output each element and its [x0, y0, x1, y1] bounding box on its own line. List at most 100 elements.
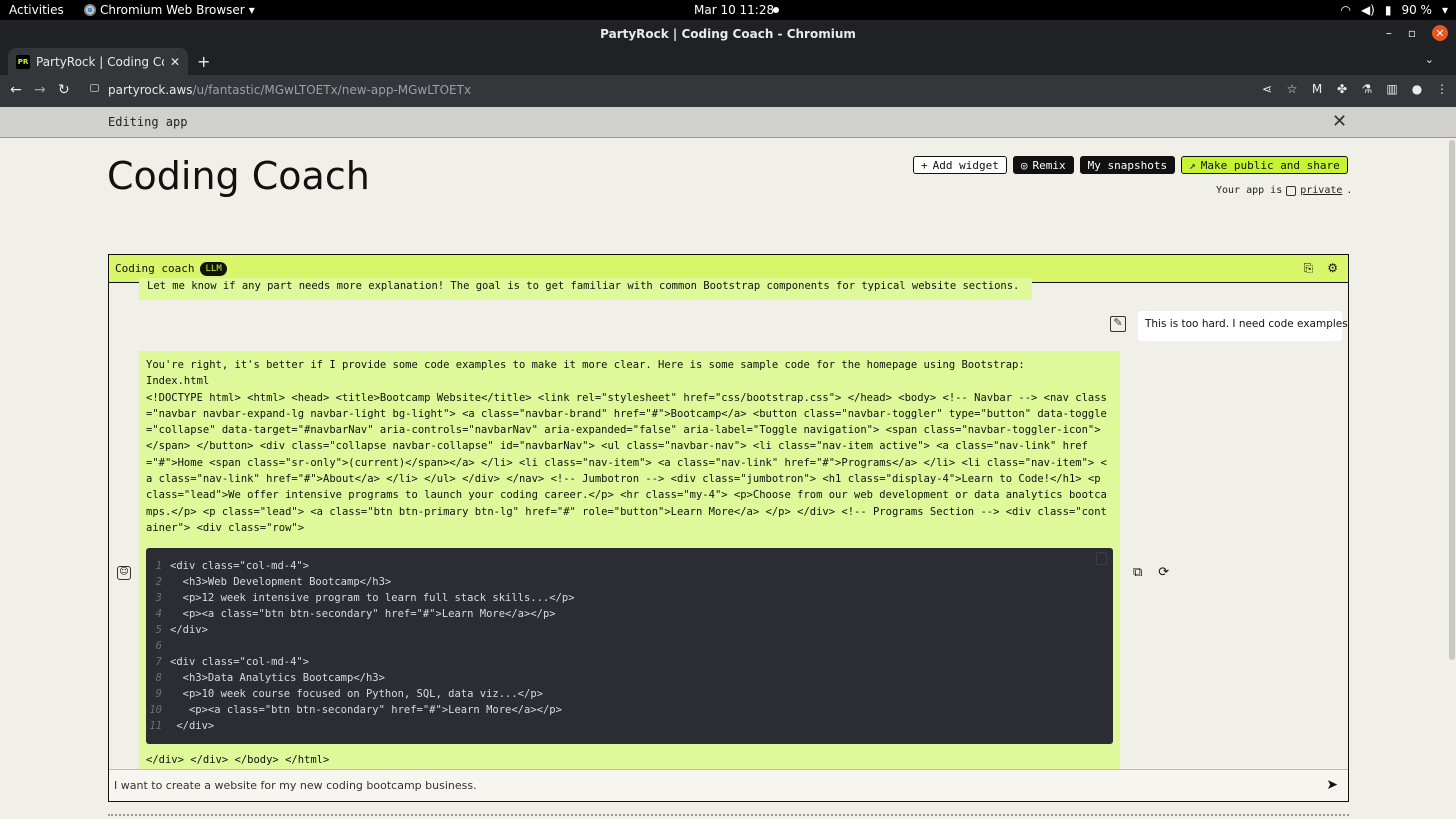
url-host: partyrock.aws: [108, 83, 193, 97]
profile-icon[interactable]: ●: [1411, 82, 1423, 96]
close-icon[interactable]: ✕: [1332, 111, 1347, 132]
code-line: 2 <h3>Web Development Bootcamp</h3>: [146, 574, 1113, 590]
tab-search-icon[interactable]: ⌄: [1425, 53, 1434, 66]
copy-icon[interactable]: ⧉: [1133, 565, 1142, 580]
share-icon[interactable]: ⋖: [1261, 82, 1273, 96]
tab-title: PartyRock | Coding Coach: [36, 54, 164, 69]
wifi-icon: ◠: [1340, 3, 1351, 17]
volume-icon: ◀): [1360, 3, 1375, 17]
code-line: 1 <div class="col-md-4">: [146, 558, 1113, 574]
battery-icon: ▮: [1384, 3, 1392, 17]
reload-icon[interactable]: ↻: [58, 82, 70, 98]
chevron-down-icon: ▾: [1441, 3, 1448, 17]
divider: [108, 814, 1349, 816]
code-line: 3 <p>12 week intensive program to learn …: [146, 590, 1113, 606]
battery-level: 90 %: [1401, 3, 1432, 17]
code-line: 4 <p><a class="btn btn-secondary" href="…: [146, 606, 1113, 622]
message-text: Let me know if any part needs more expla…: [147, 280, 1020, 292]
line-number: 11: [149, 720, 162, 733]
lock-icon[interactable]: [90, 84, 99, 92]
code-text: <p><a class="btn btn-secondary" href="#"…: [170, 608, 556, 621]
widget-title: Coding coach: [115, 262, 195, 275]
m-extension-icon[interactable]: M: [1311, 82, 1323, 96]
response-html-text: <!DOCTYPE html> <html> <head> <title>Boo…: [146, 391, 1107, 534]
regenerate-icon[interactable]: ⟳: [1158, 565, 1169, 580]
edit-icon[interactable]: ✎: [1110, 316, 1126, 332]
page-scrollbar[interactable]: [1449, 140, 1455, 660]
code-text: </div>: [170, 720, 215, 733]
back-icon[interactable]: ←: [10, 82, 22, 98]
assistant-message: You're right, it's better if I provide s…: [139, 351, 1120, 801]
app-name: Chromium Web Browser: [100, 3, 245, 17]
new-tab-icon[interactable]: +: [197, 52, 210, 71]
app-menu[interactable]: Chromium Web Browser ▾: [84, 3, 255, 17]
line-number: 9: [155, 688, 162, 701]
os-top-bar: Activities Chromium Web Browser ▾ Mar 10…: [0, 0, 1456, 20]
line-number: 1: [155, 560, 162, 573]
coding-coach-widget: Coding coach LLM ⎘ ⚙ Let me know if any …: [108, 254, 1349, 802]
lab-icon[interactable]: ⚗: [1361, 82, 1373, 96]
user-message: This is too hard. I need code examples.: [1138, 311, 1348, 341]
add-widget-button[interactable]: + Add widget: [913, 156, 1007, 174]
editing-label: Editing app: [108, 115, 188, 129]
activities-button[interactable]: Activities: [9, 3, 64, 17]
privacy-link[interactable]: private: [1300, 185, 1342, 196]
tab-strip: PR PartyRock | Coding Coach ✕ + ⌄: [0, 48, 1456, 75]
copy-code-icon[interactable]: [1096, 552, 1107, 566]
editing-banner: Editing app ✕: [0, 107, 1456, 138]
close-tab-icon[interactable]: ✕: [170, 55, 180, 69]
code-text: </div>: [170, 624, 208, 637]
code-line: 7 <div class="col-md-4">: [146, 654, 1113, 670]
code-text: <div class="col-md-4">: [170, 560, 310, 573]
system-tray[interactable]: ◠ ◀) ▮ 90 % ▾: [1340, 3, 1448, 17]
settings-sliders-icon[interactable]: ⚙: [1327, 261, 1338, 276]
menu-icon[interactable]: ⋮: [1436, 82, 1448, 96]
chevron-down-icon: ▾: [248, 3, 255, 17]
code-text: <p>10 week course focused on Python, SQL…: [170, 688, 543, 701]
line-number: 3: [155, 592, 162, 605]
send-icon[interactable]: ➤: [1326, 777, 1338, 793]
remix-button[interactable]: ◎ Remix: [1012, 156, 1074, 174]
widget-icons: ⎘ ⚙: [1304, 261, 1338, 276]
line-number: 2: [155, 576, 162, 589]
clock[interactable]: Mar 10 11:28: [694, 3, 774, 17]
lock-icon: [1286, 185, 1297, 196]
partyrock-favicon: PR: [16, 54, 30, 69]
remix-icon: ◎: [1020, 158, 1028, 172]
forward-icon[interactable]: →: [34, 82, 46, 98]
llm-badge: LLM: [200, 261, 227, 276]
response-tail: </div> </div> </body> </html>: [146, 754, 330, 767]
export-icon[interactable]: ⎘: [1304, 261, 1314, 276]
url-path: /u/fantastic/MGwLTOETx/new-app-MGwLTOETx: [192, 83, 472, 97]
code-line: 11 </div>: [146, 718, 1113, 734]
line-number: 6: [155, 640, 162, 653]
browser-tab[interactable]: PR PartyRock | Coding Coach ✕: [8, 48, 188, 75]
line-number: 7: [155, 656, 162, 669]
code-text: <h3>Web Development Bootcamp</h3>: [170, 576, 392, 589]
chat-input-area: ➤: [109, 769, 1348, 801]
message-actions: ⧉ ⟳: [1133, 565, 1169, 580]
window-title: PartyRock | Coding Coach - Chromium: [600, 27, 856, 41]
star-icon[interactable]: ☆: [1286, 82, 1298, 96]
maximize-icon[interactable]: ▫: [1408, 26, 1416, 40]
my-snapshots-button[interactable]: My snapshots: [1079, 156, 1176, 174]
assistant-message: Let me know if any part needs more expla…: [139, 278, 1032, 300]
arrow-up-right-icon: ↗: [1189, 158, 1196, 172]
make-public-button[interactable]: ↗ Make public and share: [1181, 156, 1348, 174]
code-line: 5 </div>: [146, 622, 1113, 638]
response-intro: You're right, it's better if I provide s…: [146, 359, 1025, 371]
side-panel-icon[interactable]: ▥: [1386, 82, 1398, 96]
extension-icon[interactable]: ✤: [1336, 82, 1348, 96]
code-line: 9 <p>10 week course focused on Python, S…: [146, 686, 1113, 702]
chat-input[interactable]: [109, 770, 1309, 800]
line-number: 4: [155, 608, 162, 621]
address-bar[interactable]: partyrock.aws/u/fantastic/MGwLTOETx/new-…: [108, 83, 471, 97]
code-text: <div class="col-md-4">: [170, 656, 310, 669]
bot-icon: ☺: [117, 566, 131, 580]
code-line: 6: [146, 638, 1113, 654]
plus-icon: +: [921, 158, 928, 172]
minimize-icon[interactable]: –: [1386, 26, 1392, 40]
browser-toolbar: ← → ↻ partyrock.aws/u/fantastic/MGwLTOET…: [0, 75, 1456, 107]
response-filename: Index.html: [146, 375, 210, 388]
close-window-icon[interactable]: ✕: [1432, 25, 1448, 41]
